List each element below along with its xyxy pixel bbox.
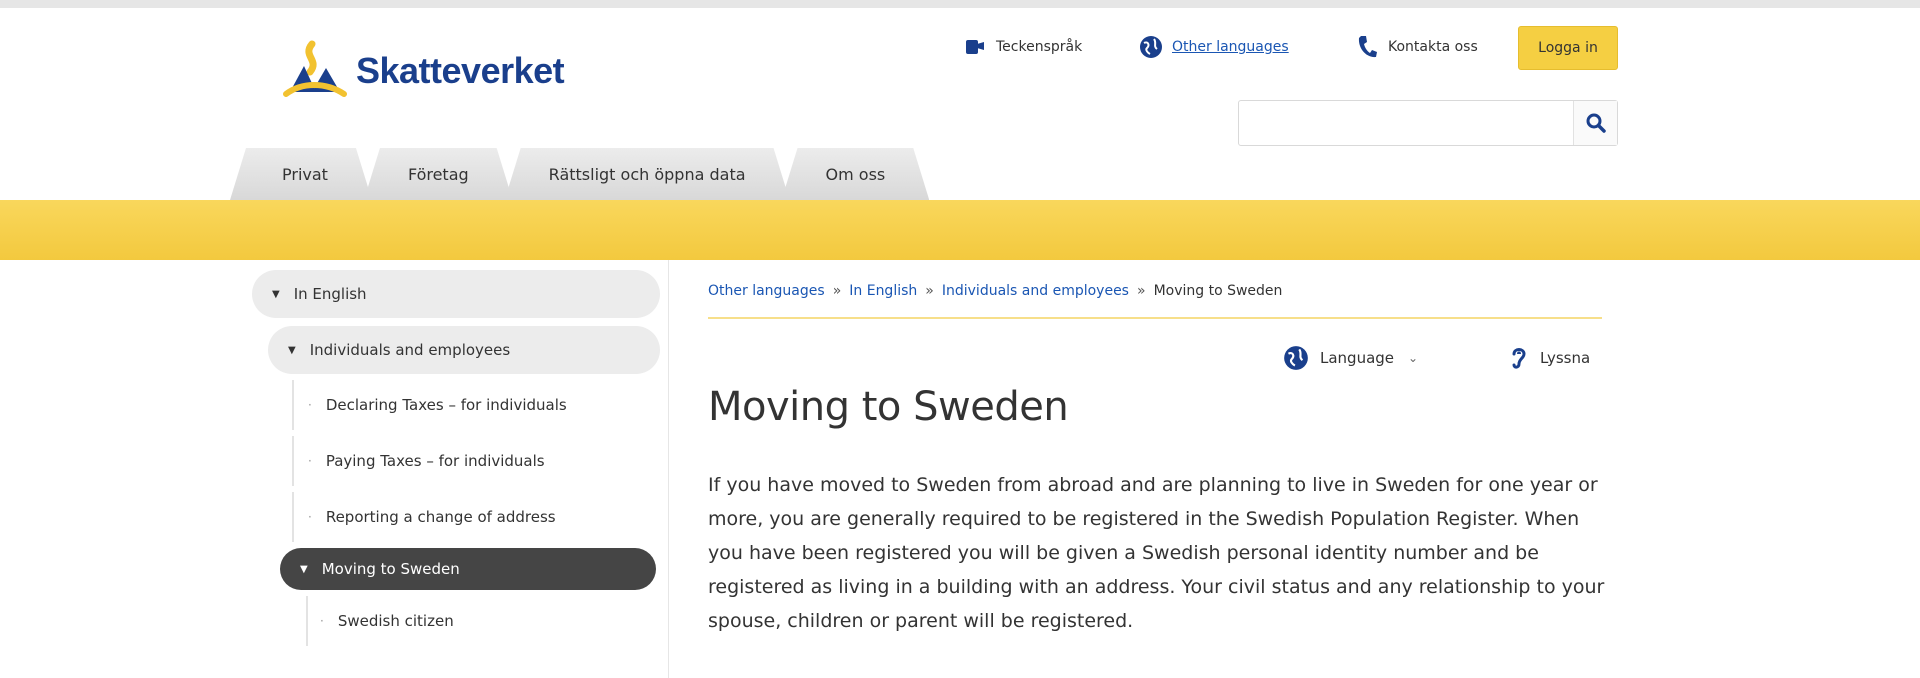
sidebar-item-label: In English	[293, 285, 367, 303]
other-languages-label: Other languages	[1172, 39, 1289, 55]
tab-rattsligt[interactable]: Rättsligt och öppna data	[505, 148, 790, 200]
breadcrumb-in-english[interactable]: In English	[849, 283, 917, 299]
search-input[interactable]	[1239, 101, 1573, 145]
sign-language-link[interactable]: Teckenspråk	[962, 27, 1082, 67]
sidebar-item-label: Declaring Taxes – for individuals	[325, 396, 567, 414]
page-title: Moving to Sweden	[708, 384, 1069, 430]
sign-language-label: Teckenspråk	[996, 39, 1083, 55]
skatteverket-logo[interactable]: Skatteverket	[282, 36, 565, 106]
phone-icon	[1354, 34, 1380, 60]
tab-foretag[interactable]: Företag	[364, 148, 513, 200]
tab-privat[interactable]: Privat	[230, 148, 372, 200]
sign-language-icon	[962, 34, 988, 60]
breadcrumb-separator: »	[925, 283, 934, 299]
sidebar-item-label: Reporting a change of address	[325, 508, 556, 526]
login-button[interactable]: Logga in	[1518, 26, 1618, 70]
logo-wordmark: Skatteverket	[356, 50, 565, 91]
globe-icon	[1138, 34, 1164, 60]
bullet-icon: ·	[320, 614, 324, 628]
sidebar-item-paying-taxes[interactable]: · Paying Taxes – for individuals	[292, 436, 662, 486]
breadcrumb-separator: »	[1136, 283, 1146, 299]
nav-yellow-band	[0, 200, 1920, 260]
sidebar-item-label: Individuals and employees	[309, 341, 511, 359]
sidebar-item-moving-to-sweden[interactable]: ▼ Moving to Sweden	[280, 548, 656, 590]
caret-down-icon: ▼	[272, 288, 280, 300]
main-nav: Privat Företag Rättsligt och öppna data …	[230, 148, 921, 200]
sidebar-item-change-of-address[interactable]: · Reporting a change of address	[292, 492, 662, 542]
listen-label: Lyssna	[1540, 349, 1591, 367]
search-box	[1238, 100, 1618, 146]
search-button[interactable]	[1573, 101, 1617, 145]
intro-paragraph: If you have moved to Sweden from abroad …	[708, 474, 1605, 632]
sidebar-item-swedish-citizen[interactable]: · Swedish citizen	[306, 596, 662, 646]
browser-top-strip	[0, 0, 1920, 8]
globe-icon	[1282, 344, 1310, 372]
tab-om-oss[interactable]: Om oss	[782, 148, 930, 200]
listen-button[interactable]: Lyssna	[1508, 340, 1590, 376]
bullet-icon: ·	[308, 510, 312, 524]
sidebar-item-label: Moving to Sweden	[321, 560, 460, 578]
caret-down-icon: ▼	[288, 344, 296, 356]
sidebar-item-label: Paying Taxes – for individuals	[325, 452, 545, 470]
caret-down-icon: ▼	[300, 563, 308, 575]
other-languages-link[interactable]: Other languages	[1138, 27, 1289, 67]
crown-logo-icon	[283, 40, 347, 97]
contact-label: Kontakta oss	[1388, 39, 1478, 55]
chevron-down-icon: ⌄	[1408, 351, 1419, 365]
search-icon	[1586, 113, 1606, 133]
breadcrumb-other-languages[interactable]: Other languages	[708, 283, 825, 299]
language-selector-label: Language	[1320, 349, 1395, 367]
bullet-icon: ·	[308, 454, 312, 468]
sidebar-item-label: Swedish citizen	[337, 612, 454, 630]
language-selector[interactable]: Language ⌄	[1282, 340, 1418, 376]
bullet-icon: ·	[308, 398, 312, 412]
sidebar-item-individuals[interactable]: ▼ Individuals and employees	[268, 326, 660, 374]
contact-link[interactable]: Kontakta oss	[1354, 27, 1478, 67]
breadcrumb-separator: »	[832, 283, 842, 299]
listen-icon	[1508, 344, 1530, 372]
sidebar-nav: ▼ In English ▼ Individuals and employees…	[252, 270, 662, 652]
breadcrumb: Other languages » In English » Individua…	[708, 283, 1602, 319]
breadcrumb-individuals[interactable]: Individuals and employees	[942, 283, 1129, 299]
breadcrumb-current: Moving to Sweden	[1153, 283, 1283, 299]
sidebar-item-in-english[interactable]: ▼ In English	[252, 270, 660, 318]
sidebar-item-declaring-taxes[interactable]: · Declaring Taxes – for individuals	[292, 380, 662, 430]
column-divider	[668, 260, 669, 678]
